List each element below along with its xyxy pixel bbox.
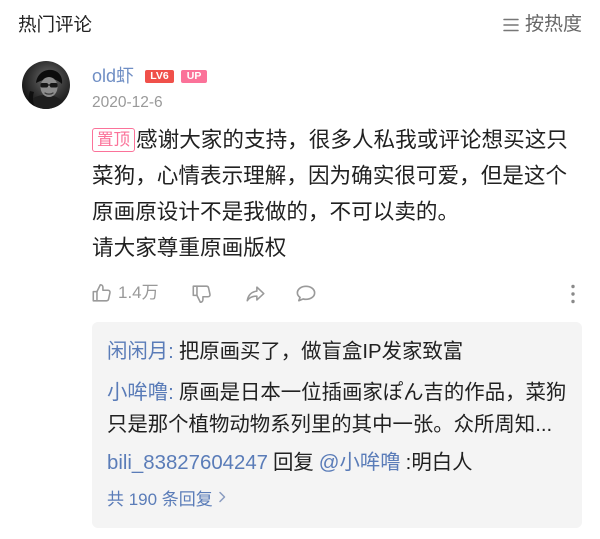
reply-line: 小哞噜: 原画是日本一位插画家ぽん吉的作品，菜狗 — [107, 377, 566, 409]
content-line: 请大家尊重原画版权 — [92, 235, 287, 260]
reply-text-continued: 只是那个植物动物系列里的其中一张。众所周知... — [107, 414, 553, 436]
reply-separator: : — [168, 382, 174, 404]
sort-button[interactable]: 按热度 — [500, 13, 582, 37]
reply-item[interactable]: 闲闲月: 把原画买了，做盲盒IP发家致富 — [107, 336, 463, 368]
sort-label: 按热度 — [525, 14, 583, 35]
comment-content: 置顶 感谢大家的支持，很多人私我或评论想买这只 菜狗，心情表示理解，因为确实很可… — [92, 122, 582, 266]
chevron-right-icon — [219, 491, 226, 503]
thumbs-up-icon — [92, 283, 111, 302]
content-line: 原画原设计不是我做的，不可以卖的。 — [92, 199, 460, 224]
reply-button[interactable] — [294, 281, 318, 305]
share-button[interactable] — [244, 282, 267, 306]
like-button[interactable]: 1.4万 — [91, 281, 159, 305]
content-line: 菜狗，心情表示理解，因为确实很可爱，但是这个 — [92, 163, 568, 188]
reply-count-label: 共 190 条回复 — [107, 489, 213, 509]
dislike-button[interactable] — [191, 282, 213, 306]
comment-date: 2020-12-6 — [92, 94, 163, 111]
reply-text: 把原画买了，做盲盒IP发家致富 — [178, 341, 464, 363]
reply-username[interactable]: bili_83827604247 — [107, 452, 268, 474]
level-badge: LV6 — [145, 69, 175, 83]
comment-author-row: old虾 LV6 UP — [92, 65, 208, 87]
content-text: 感谢大家的支持，很多人私我或评论想买这只 — [136, 127, 568, 152]
more-options-button[interactable] — [568, 282, 578, 306]
avatar[interactable] — [22, 61, 70, 109]
comment-icon — [296, 284, 316, 302]
section-title: 热门评论 — [18, 14, 93, 35]
content-line: 置顶 感谢大家的支持，很多人私我或评论想买这只 — [92, 122, 582, 158]
comment-section: 热门评论 按热度 old虾 LV6 UP 2020-12-6 置顶 感谢大家的支… — [0, 0, 600, 539]
reply-mention[interactable]: @小哞噜 — [319, 452, 401, 474]
reply-line: 闲闲月: 把原画买了，做盲盒IP发家致富 — [107, 336, 463, 368]
username[interactable]: old虾 — [92, 65, 134, 87]
reply-separator: : — [168, 341, 174, 363]
thumbs-down-icon — [192, 285, 211, 304]
reply-text: :明白人 — [405, 452, 473, 474]
reply-action-word: 回复 — [273, 452, 314, 474]
share-icon — [246, 286, 265, 302]
sort-icon — [503, 18, 519, 32]
more-vertical-icon — [571, 284, 575, 304]
pinned-tag: 置顶 — [92, 128, 135, 152]
like-count: 1.4万 — [118, 283, 159, 302]
reply-line: bili_83827604247 回复 @小哞噜:明白人 — [107, 447, 473, 479]
reply-text: 原画是日本一位插画家ぽん吉的作品，菜狗 — [178, 382, 567, 404]
up-badge: UP — [181, 69, 208, 83]
replies-box: 闲闲月: 把原画买了，做盲盒IP发家致富 小哞噜: 原画是日本一位插画家ぽん吉的作品… — [92, 322, 582, 528]
reply-username[interactable]: 小哞噜 — [107, 382, 168, 404]
avatar-image — [26, 69, 66, 109]
reply-username[interactable]: 闲闲月 — [107, 341, 168, 363]
view-all-replies-link[interactable]: 共 190 条回复 — [107, 484, 226, 510]
reply-item[interactable]: bili_83827604247 回复 @小哞噜:明白人 — [107, 447, 473, 479]
reply-item[interactable]: 小哞噜: 原画是日本一位插画家ぽん吉的作品，菜狗 只是那个植物动物系列里的其中一张… — [107, 377, 566, 441]
